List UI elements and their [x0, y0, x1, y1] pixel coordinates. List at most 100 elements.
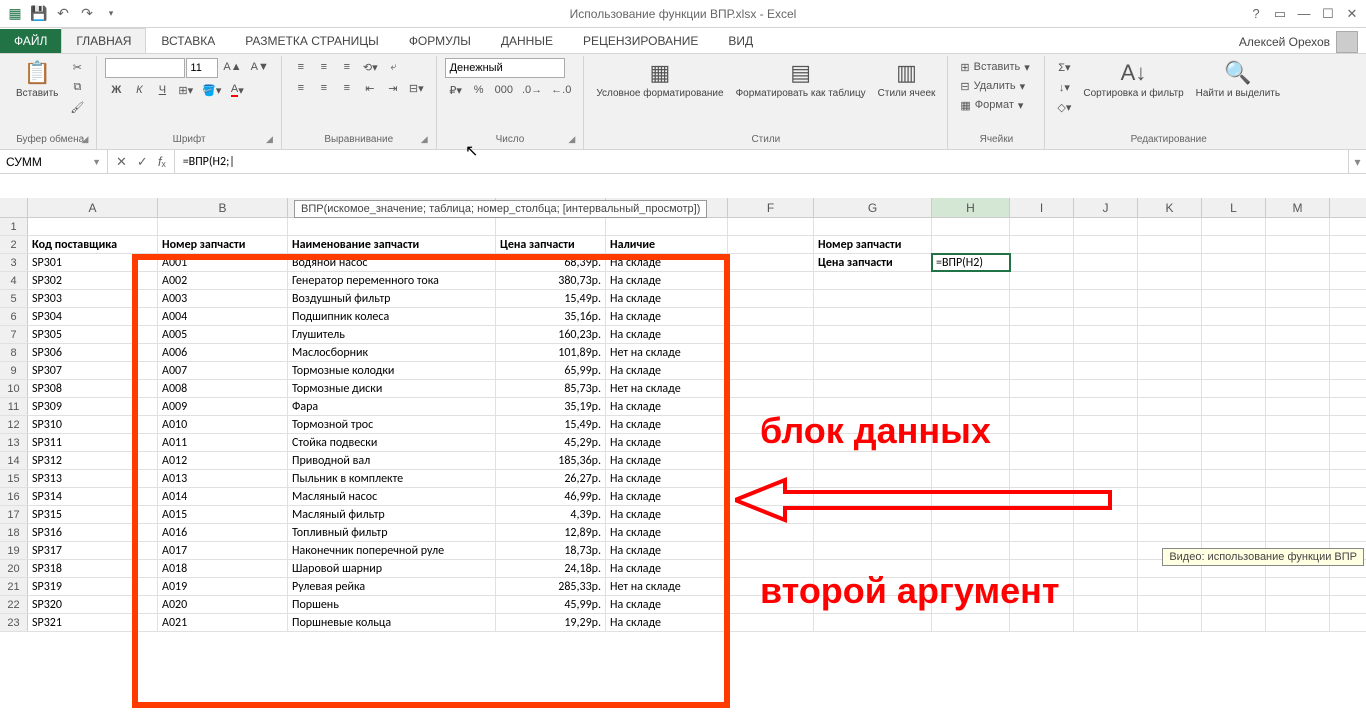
cell-stock[interactable]: На складе: [606, 272, 728, 289]
cell-stock[interactable]: На складе: [606, 362, 728, 379]
cell-price[interactable]: 18,73p.: [496, 542, 606, 559]
cell[interactable]: [1138, 524, 1202, 541]
cell-name[interactable]: Поршень: [288, 596, 496, 613]
cell[interactable]: [728, 578, 814, 595]
cell[interactable]: [496, 218, 606, 235]
cell-supplier[interactable]: SP315: [28, 506, 158, 523]
cell-part-no[interactable]: A015: [158, 506, 288, 523]
cell-name[interactable]: Подшипник колеса: [288, 308, 496, 325]
font-size-combo[interactable]: 11: [186, 58, 218, 78]
cell-name[interactable]: Тормозные колодки: [288, 362, 496, 379]
borders-icon[interactable]: ⊞▾: [174, 81, 197, 99]
tab-insert[interactable]: ВСТАВКА: [146, 28, 230, 53]
cell[interactable]: [1010, 524, 1074, 541]
cell[interactable]: [1074, 416, 1138, 433]
cell[interactable]: [1010, 290, 1074, 307]
cell[interactable]: [728, 326, 814, 343]
cell[interactable]: [1010, 470, 1074, 487]
cell[interactable]: [1266, 470, 1330, 487]
cell-supplier[interactable]: SP313: [28, 470, 158, 487]
cell[interactable]: [1202, 308, 1266, 325]
cell-part-no[interactable]: A017: [158, 542, 288, 559]
cell[interactable]: [932, 344, 1010, 361]
cell[interactable]: [1202, 254, 1266, 271]
cell-price[interactable]: 85,73p.: [496, 380, 606, 397]
cell[interactable]: [1010, 542, 1074, 559]
cell[interactable]: [1266, 380, 1330, 397]
cell-part-no[interactable]: A007: [158, 362, 288, 379]
row-header[interactable]: 22: [0, 596, 28, 613]
cell[interactable]: [728, 362, 814, 379]
cell-price[interactable]: 160,23p.: [496, 326, 606, 343]
cell[interactable]: [1074, 470, 1138, 487]
cell[interactable]: [1074, 308, 1138, 325]
cell[interactable]: [1202, 434, 1266, 451]
cell[interactable]: [1074, 542, 1138, 559]
cell-name[interactable]: Топливный фильтр: [288, 524, 496, 541]
cell[interactable]: [932, 326, 1010, 343]
font-family-combo[interactable]: [105, 58, 185, 78]
row-header[interactable]: 13: [0, 434, 28, 451]
cell[interactable]: [1266, 488, 1330, 505]
cell-supplier[interactable]: SP302: [28, 272, 158, 289]
cell[interactable]: [814, 542, 932, 559]
cell[interactable]: [1010, 308, 1074, 325]
cell[interactable]: [728, 308, 814, 325]
cell-name[interactable]: Масляный насос: [288, 488, 496, 505]
cell-price[interactable]: 15,49p.: [496, 290, 606, 307]
cell[interactable]: [1074, 272, 1138, 289]
autosum-icon[interactable]: Σ▾: [1053, 58, 1075, 76]
cell-supplier[interactable]: SP303: [28, 290, 158, 307]
cell-name[interactable]: Шаровой шарнир: [288, 560, 496, 577]
cell[interactable]: [1202, 596, 1266, 613]
cell-price[interactable]: 15,49p.: [496, 416, 606, 433]
name-box[interactable]: СУММ▼: [0, 150, 108, 173]
clear-icon[interactable]: ◇▾: [1053, 98, 1075, 116]
cell[interactable]: [1138, 470, 1202, 487]
cell[interactable]: [1074, 218, 1138, 235]
cell-part-no[interactable]: A009: [158, 398, 288, 415]
cell[interactable]: [728, 380, 814, 397]
cell[interactable]: [1138, 416, 1202, 433]
cell[interactable]: [1010, 236, 1074, 253]
cell-supplier[interactable]: SP308: [28, 380, 158, 397]
decrease-decimal-icon[interactable]: ←.0: [547, 81, 575, 99]
cell-price[interactable]: 45,29p.: [496, 434, 606, 451]
cell-stock[interactable]: На складе: [606, 308, 728, 325]
cell[interactable]: [1010, 272, 1074, 289]
cell-name[interactable]: Водяной насос: [288, 254, 496, 271]
cell[interactable]: [606, 218, 728, 235]
row-header[interactable]: 16: [0, 488, 28, 505]
cell[interactable]: [1074, 614, 1138, 631]
cell-supplier[interactable]: SP304: [28, 308, 158, 325]
cell[interactable]: [932, 488, 1010, 505]
chevron-down-icon[interactable]: ▼: [92, 157, 101, 167]
cell[interactable]: [932, 596, 1010, 613]
align-top-icon[interactable]: ≡: [290, 58, 312, 76]
cell[interactable]: [814, 416, 932, 433]
help-icon[interactable]: ?: [1246, 4, 1266, 24]
cell-price[interactable]: 12,89p.: [496, 524, 606, 541]
cell[interactable]: [1266, 272, 1330, 289]
cell[interactable]: [1138, 326, 1202, 343]
cell[interactable]: [932, 506, 1010, 523]
cell[interactable]: [932, 290, 1010, 307]
spreadsheet-grid[interactable]: A B C D E F G H I J K L M 12Код поставщи…: [0, 198, 1366, 726]
cell[interactable]: [814, 326, 932, 343]
cell-supplier[interactable]: SP306: [28, 344, 158, 361]
cell-name[interactable]: Воздушный фильтр: [288, 290, 496, 307]
row-header[interactable]: 23: [0, 614, 28, 631]
row-header[interactable]: 18: [0, 524, 28, 541]
increase-font-icon[interactable]: A▲: [219, 58, 245, 76]
cell[interactable]: [1202, 380, 1266, 397]
cell[interactable]: [1074, 488, 1138, 505]
cell-price[interactable]: 101,89p.: [496, 344, 606, 361]
copy-icon[interactable]: ⧉: [66, 78, 88, 96]
cell[interactable]: [1010, 344, 1074, 361]
cell-name[interactable]: Наконечник поперечной руле: [288, 542, 496, 559]
decrease-font-icon[interactable]: A▼: [247, 58, 273, 76]
cell-header[interactable]: Цена запчасти: [496, 236, 606, 253]
cell[interactable]: [1202, 218, 1266, 235]
cell-name[interactable]: Приводной вал: [288, 452, 496, 469]
row-header[interactable]: 14: [0, 452, 28, 469]
